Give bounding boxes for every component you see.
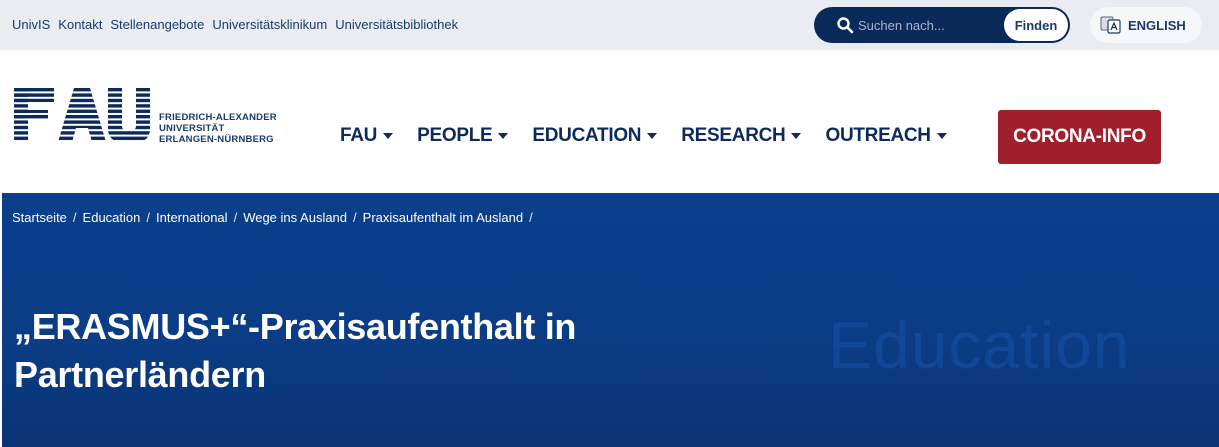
- breadcrumb-international[interactable]: International: [156, 210, 228, 225]
- breadcrumb-separator: /: [353, 210, 357, 225]
- breadcrumb-education[interactable]: Education: [83, 210, 141, 225]
- nav-item-label: OUTREACH: [825, 125, 931, 146]
- utility-links: UnivIS Kontakt Stellenangebote Universit…: [12, 17, 458, 32]
- logo-line-1: FRIEDRICH-ALEXANDER: [159, 112, 277, 123]
- link-stellenangebote[interactable]: Stellenangebote: [110, 17, 204, 32]
- caret-down-icon: [383, 133, 394, 139]
- language-switch-button[interactable]: ENGLISH: [1090, 7, 1202, 43]
- breadcrumb-separator: /: [146, 210, 150, 225]
- breadcrumb-separator: /: [233, 210, 238, 225]
- nav-item-label: EDUCATION: [532, 125, 642, 146]
- caret-down-icon: [791, 133, 802, 139]
- nav-item-fau[interactable]: FAU: [340, 125, 394, 147]
- breadcrumb-startseite[interactable]: Startseite: [12, 210, 67, 225]
- language-icon: [1100, 16, 1121, 34]
- nav-item-outreach[interactable]: OUTREACH: [825, 125, 947, 147]
- fau-logo[interactable]: [14, 88, 150, 147]
- main-navigation: FAU PEOPLE EDUCATION RESEARCH OUTREACH: [340, 125, 971, 147]
- utility-bar: UnivIS Kontakt Stellenangebote Universit…: [0, 0, 1219, 50]
- breadcrumb: Startseite / Education / International /…: [12, 210, 533, 225]
- link-kontakt[interactable]: Kontakt: [58, 17, 102, 32]
- logo-line-2: UNIVERSITÄT: [159, 123, 225, 134]
- page-title-line-1: „ERASMUS+“-Praxisaufenthalt in: [14, 306, 577, 347]
- nav-item-education[interactable]: EDUCATION: [532, 125, 658, 147]
- hero-banner: Startseite / Education / International /…: [2, 193, 1219, 447]
- search-input[interactable]: [858, 15, 1008, 35]
- breadcrumb-separator: /: [529, 210, 533, 225]
- link-universitaetsbibliothek[interactable]: Universitätsbibliothek: [335, 17, 458, 32]
- page-title: „ERASMUS+“-Praxisaufenthalt in Partnerlä…: [14, 303, 654, 399]
- breadcrumb-wege-ins-ausland[interactable]: Wege ins Ausland: [243, 210, 347, 225]
- nav-item-label: FAU: [340, 125, 378, 146]
- site-header: FRIEDRICH-ALEXANDER UNIVERSITÄT ERLANGEN…: [0, 50, 1219, 193]
- logo-subtitle: FRIEDRICH-ALEXANDER UNIVERSITÄT ERLANGEN…: [159, 112, 277, 145]
- nav-item-label: RESEARCH: [681, 125, 786, 146]
- caret-down-icon: [498, 133, 509, 139]
- breadcrumb-separator: /: [72, 210, 77, 225]
- nav-item-research[interactable]: RESEARCH: [681, 125, 802, 147]
- page-title-line-2: Partnerländern: [14, 354, 266, 395]
- nav-item-label: PEOPLE: [417, 125, 493, 146]
- fau-wordmark-icon: [14, 88, 150, 142]
- breadcrumb-praxisaufenthalt[interactable]: Praxisaufenthalt im Ausland: [363, 210, 523, 225]
- link-universitaetsklinikum[interactable]: Universitätsklinikum: [212, 17, 327, 32]
- search-icon: [837, 17, 854, 34]
- search-box: Finden: [814, 7, 1070, 43]
- nav-item-people[interactable]: PEOPLE: [417, 125, 509, 147]
- search-submit-button[interactable]: Finden: [1004, 9, 1068, 41]
- link-univis[interactable]: UnivIS: [12, 17, 50, 32]
- corona-info-button[interactable]: CORONA-INFO: [998, 110, 1161, 164]
- caret-down-icon: [647, 133, 658, 139]
- caret-down-icon: [936, 133, 947, 139]
- section-watermark: Education: [828, 308, 1131, 382]
- logo-line-3: ERLANGEN-NÜRNBERG: [159, 134, 274, 145]
- language-label: ENGLISH: [1128, 17, 1186, 33]
